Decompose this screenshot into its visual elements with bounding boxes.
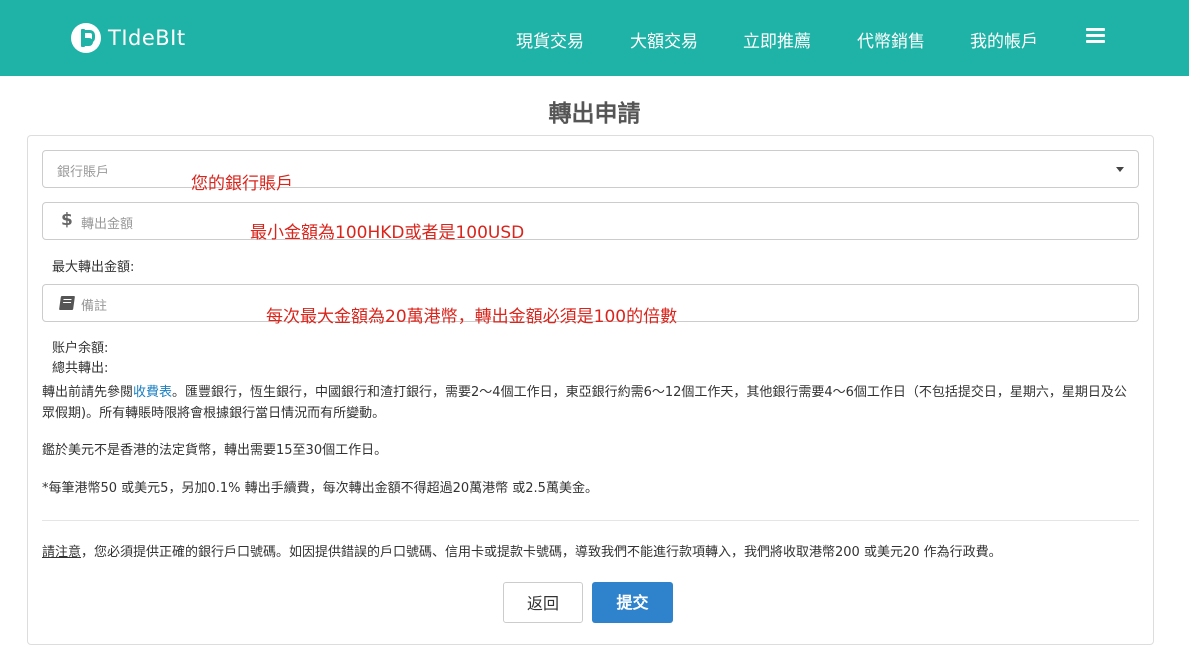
annotation-bank: 您的銀行賬戶 (191, 174, 293, 194)
top-navbar: TIdeBIt 現貨交易 大額交易 立即推薦 代幣銷售 我的帳戶 (0, 0, 1189, 76)
max-amount-label: 最大轉出金額: (52, 260, 135, 275)
annotation-note: 每次最大金額為20萬港幣，轉出金額必須是100的倍數 (266, 307, 678, 327)
logo-text: TIdeBIt (108, 26, 186, 50)
warning-note: 請注意，您必須提供正確的銀行戶口號碼。如因提供錯誤的戶口號碼、信用卡或提款卡號碼… (42, 545, 1002, 560)
logo-icon (71, 23, 101, 53)
book-icon (59, 296, 75, 310)
divider (42, 520, 1139, 521)
dollar-icon: $ (61, 210, 73, 230)
note-placeholder: 備註 (81, 299, 108, 314)
balance-label: 账户余額: (52, 341, 109, 356)
nav-my-account[interactable]: 我的帳戶 (970, 27, 1038, 52)
processing-time-note: 轉出前請先參閱收費表。匯豐銀行，恆生銀行，中國銀行和渣打銀行，需要2～4個工作日… (42, 385, 1127, 421)
total-withdrawn-label: 總共轉出: (52, 361, 109, 376)
nav-spot-trading[interactable]: 現貨交易 (516, 27, 584, 52)
annotation-amount: 最小金額為100HKD或者是100USD (250, 223, 525, 243)
back-button[interactable]: 返回 (503, 582, 583, 623)
amount-placeholder: 轉出金額 (81, 217, 134, 232)
fee-schedule-link[interactable]: 收費表 (133, 385, 172, 400)
nav-block-trading[interactable]: 大額交易 (630, 27, 698, 52)
usd-note: 鑑於美元不是香港的法定貨幣，轉出需要15至30個工作日。 (42, 443, 388, 458)
amount-input[interactable]: $ 轉出金額 (42, 202, 1139, 240)
nav-referral[interactable]: 立即推薦 (743, 27, 811, 52)
nav-token-sale[interactable]: 代幣銷售 (857, 27, 925, 52)
submit-button[interactable]: 提交 (592, 582, 673, 623)
logo[interactable]: TIdeBIt (71, 22, 186, 54)
hamburger-icon[interactable] (1086, 28, 1105, 44)
fee-note: *每筆港幣50 或美元5，另加0.1% 轉出手續費，每次轉出金額不得超過20萬港… (42, 481, 598, 496)
bank-account-placeholder: 銀行賬戶 (57, 165, 110, 180)
page-title: 轉出申請 (548, 101, 641, 127)
caret-down-icon (1116, 167, 1124, 172)
warning-label: 請注意 (42, 545, 82, 560)
